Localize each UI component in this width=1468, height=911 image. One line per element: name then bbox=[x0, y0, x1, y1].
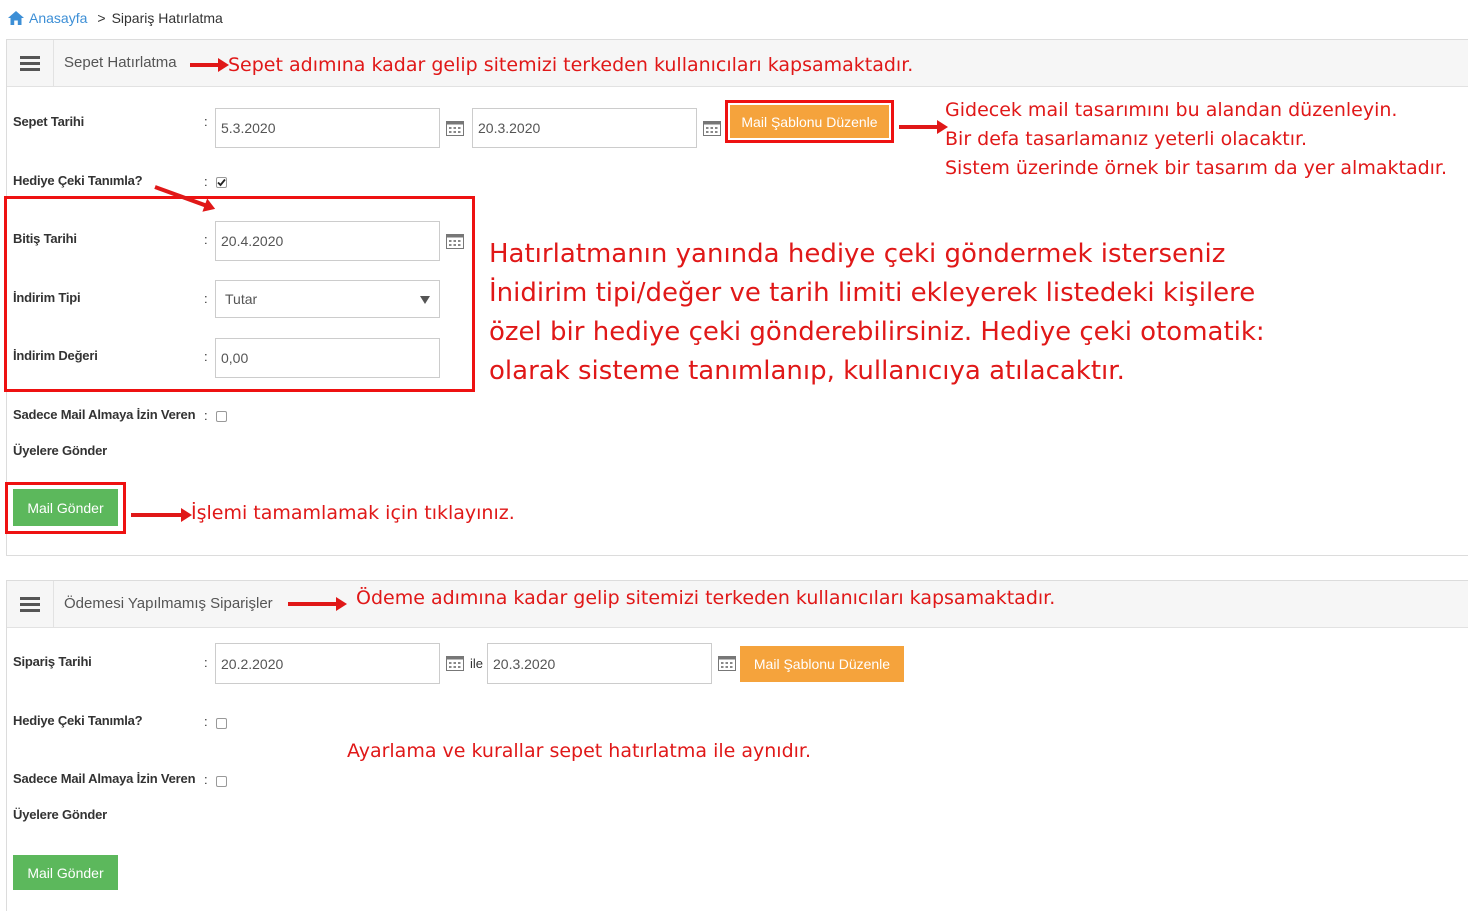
annotation-odeme: Ödeme adımına kadar gelip sitemizi terke… bbox=[356, 587, 1056, 609]
menu-icon[interactable] bbox=[7, 581, 54, 627]
sadece-mail-checkbox[interactable] bbox=[216, 776, 227, 787]
start-date-input[interactable]: 5.3.2020 bbox=[215, 108, 440, 148]
calendar-icon[interactable] bbox=[446, 655, 464, 671]
sadece-mail-label: Sadece Mail Almaya İzin Veren bbox=[13, 771, 196, 786]
breadcrumb-separator: > bbox=[97, 10, 106, 26]
sepet-tarihi-label: Sepet Tarihi bbox=[13, 114, 85, 129]
calendar-icon[interactable] bbox=[718, 655, 736, 671]
end-date-input[interactable]: 20.3.2020 bbox=[487, 643, 712, 684]
annotation-send: İşlemi tamamlamak için tıklayınız. bbox=[191, 502, 515, 524]
colon: : bbox=[204, 349, 208, 364]
colon: : bbox=[204, 772, 208, 787]
menu-icon[interactable] bbox=[7, 40, 54, 86]
mail-send-button[interactable]: Mail Gönder bbox=[13, 489, 118, 526]
annotation-gift-1: Hatırlatmanın yanında hediye çeki gönder… bbox=[489, 239, 1226, 269]
between-label: ile bbox=[470, 656, 484, 671]
home-icon bbox=[8, 11, 24, 25]
mail-template-edit-button[interactable]: Mail Şablonu Düzenle bbox=[740, 646, 904, 682]
calendar-icon[interactable] bbox=[703, 120, 721, 136]
sadece-mail-checkbox[interactable] bbox=[216, 411, 227, 422]
colon: : bbox=[204, 114, 208, 129]
siparis-tarihi-label: Sipariş Tarihi bbox=[13, 654, 92, 669]
hediye-ceki-label: Hediye Çeki Tanımla? bbox=[13, 713, 143, 728]
arrow-icon bbox=[288, 597, 347, 611]
annotation-template-1: Gidecek mail tasarımını bu alandan düzen… bbox=[945, 99, 1398, 121]
arrow-icon bbox=[190, 58, 229, 72]
arrow-icon bbox=[131, 508, 192, 522]
annotation-template-2: Bir defa tasarlamanız yeterli olacaktır. bbox=[945, 128, 1308, 150]
annotation-same: Ayarlama ve kurallar sepet hatırlatma il… bbox=[347, 740, 812, 762]
colon: : bbox=[204, 714, 208, 729]
annotation-template-3: Sistem üzerinde örnek bir tasarım da yer… bbox=[945, 157, 1448, 179]
calendar-icon[interactable] bbox=[446, 120, 464, 136]
hediye-ceki-label: Hediye Çeki Tanımla? bbox=[13, 173, 143, 188]
hediye-ceki-checkbox[interactable] bbox=[216, 718, 227, 729]
breadcrumb: Anasayfa > Sipariş Hatırlatma bbox=[8, 10, 223, 26]
checkbox-icon bbox=[217, 178, 226, 187]
colon: : bbox=[204, 655, 208, 670]
indirim-tipi-label: İndirim Tipi bbox=[13, 290, 81, 305]
uyelere-gonder-label: Üyelere Gönder bbox=[13, 807, 108, 822]
annotation-gift-3: özel bir hediye çeki gönderebilirsiniz. … bbox=[489, 317, 1265, 347]
colon: : bbox=[204, 232, 208, 247]
dropdown-arrow-icon bbox=[420, 296, 430, 304]
end-date-input[interactable]: 20.3.2020 bbox=[472, 108, 697, 148]
indirim-tipi-value: Tutar bbox=[225, 291, 258, 307]
bitis-tarihi-input[interactable]: 20.4.2020 bbox=[215, 221, 440, 261]
indirim-degeri-input[interactable]: 0,00 bbox=[215, 338, 440, 378]
colon: : bbox=[204, 174, 208, 189]
colon: : bbox=[204, 408, 208, 423]
mail-template-edit-button[interactable]: Mail Şablonu Düzenle bbox=[730, 105, 889, 138]
indirim-tipi-select[interactable]: Tutar bbox=[215, 280, 440, 318]
breadcrumb-current: Sipariş Hatırlatma bbox=[111, 10, 223, 26]
arrow-icon bbox=[899, 120, 948, 134]
panel-title: Sepet Hatırlatma bbox=[64, 54, 177, 71]
annotation-gift-4: olarak sisteme tanımlanıp, kullanıcıya a… bbox=[489, 356, 1125, 386]
indirim-degeri-label: İndirim Değeri bbox=[13, 348, 98, 363]
start-date-input[interactable]: 20.2.2020 bbox=[215, 643, 440, 684]
annotation-sepet: Sepet adımına kadar gelip sitemizi terke… bbox=[228, 54, 914, 76]
mail-send-button[interactable]: Mail Gönder bbox=[13, 855, 118, 890]
colon: : bbox=[204, 291, 208, 306]
hediye-ceki-checkbox[interactable] bbox=[216, 177, 227, 188]
breadcrumb-home-label[interactable]: Anasayfa bbox=[29, 10, 87, 26]
annotation-gift-2: İnidirim tipi/değer ve tarih limiti ekle… bbox=[489, 278, 1256, 308]
bitis-tarihi-label: Bitiş Tarihi bbox=[13, 231, 77, 246]
panel-title: Ödemesi Yapılmamış Siparişler bbox=[64, 595, 273, 612]
breadcrumb-home-link[interactable]: Anasayfa bbox=[8, 10, 87, 26]
sadece-mail-label: Sadece Mail Almaya İzin Veren bbox=[13, 407, 196, 422]
uyelere-gonder-label: Üyelere Gönder bbox=[13, 443, 108, 458]
calendar-icon[interactable] bbox=[446, 233, 464, 249]
